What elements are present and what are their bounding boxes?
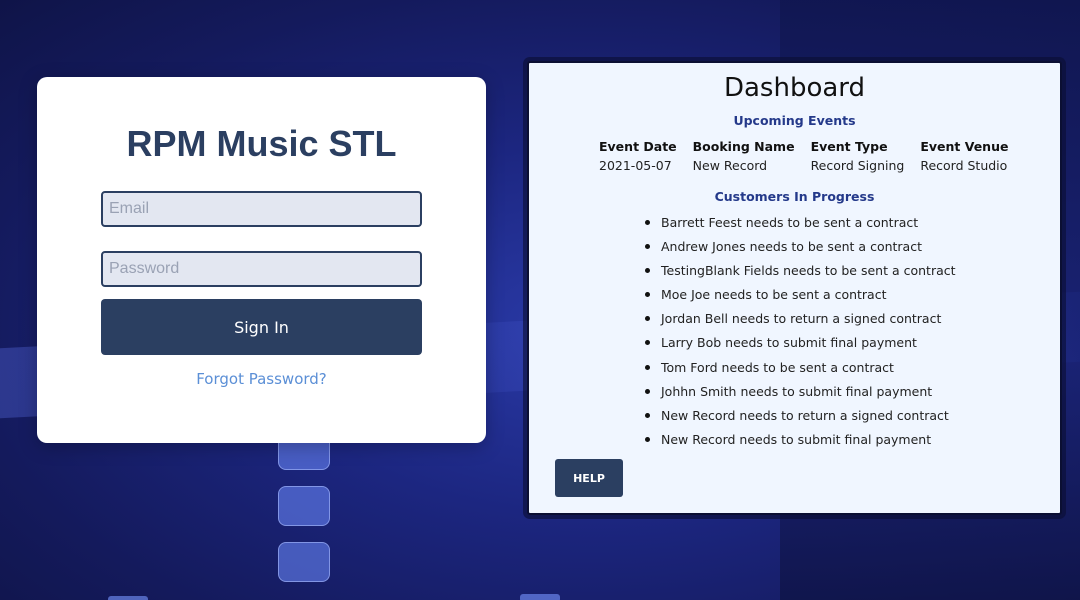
- bullet-icon: [645, 436, 650, 442]
- bullet-icon: [645, 412, 650, 418]
- list-item: TestingBlank Fields needs to be sent a c…: [645, 261, 956, 285]
- bullet-icon: [645, 268, 650, 274]
- dashboard-title: Dashboard: [723, 73, 866, 103]
- list-item-text: Tom Ford needs to be sent a contract: [661, 359, 894, 375]
- background-dot: [520, 594, 560, 600]
- list-item: Larry Bob needs to submit final payment: [645, 333, 956, 357]
- list-item-text: Johhn Smith needs to submit final paymen…: [661, 383, 933, 399]
- table-row: 2021-05-07 New Record Record Signing Rec…: [595, 158, 1020, 173]
- upcoming-events-heading: Upcoming Events: [733, 113, 856, 128]
- email-field[interactable]: [101, 191, 422, 227]
- list-item: Johhn Smith needs to submit final paymen…: [645, 382, 956, 406]
- list-item: Jordan Bell needs to return a signed con…: [645, 309, 956, 333]
- sign-in-button[interactable]: Sign In: [101, 299, 422, 355]
- list-item-text: TestingBlank Fields needs to be sent a c…: [661, 263, 956, 279]
- event-date-cell: 2021-05-07: [599, 158, 672, 173]
- help-button[interactable]: HELP: [555, 459, 623, 497]
- bullet-icon: [645, 244, 650, 250]
- list-item: Tom Ford needs to be sent a contract: [645, 358, 956, 382]
- booking-name-cell: New Record: [692, 158, 768, 173]
- list-item: New Record needs to return a signed cont…: [645, 406, 956, 430]
- forgot-password-link[interactable]: Forgot Password?: [37, 370, 486, 388]
- events-table: Event Date Booking Name Event Type Event…: [595, 139, 1020, 173]
- app-title: RPM Music STL: [126, 123, 397, 164]
- column-header-booking-name: Booking Name: [692, 139, 795, 154]
- list-item: New Record needs to submit final payment: [645, 430, 956, 454]
- list-item-text: Barrett Feest needs to be sent a contrac…: [661, 215, 919, 230]
- customers-in-progress-heading: Customers In Progress: [714, 189, 875, 204]
- list-item-text: Andrew Jones needs to be sent a contract: [661, 239, 922, 255]
- dashboard-panel: Dashboard Upcoming Events Event Date Boo…: [527, 61, 1062, 515]
- bullet-icon: [645, 316, 650, 322]
- list-item: Moe Joe needs to be sent a contract: [645, 285, 956, 309]
- customers-list: Barrett Feest needs to be sent a contrac…: [645, 213, 956, 454]
- list-item-text: Jordan Bell needs to return a signed con…: [661, 311, 942, 327]
- column-header-event-type: Event Type: [810, 139, 888, 154]
- password-field[interactable]: [101, 251, 422, 287]
- column-header-event-venue: Event Venue: [920, 139, 1009, 154]
- event-type-cell: Record Signing: [810, 158, 905, 173]
- list-item-text: New Record needs to return a signed cont…: [661, 407, 949, 423]
- background-tile: [278, 486, 330, 526]
- list-item-text: Larry Bob needs to submit final payment: [661, 335, 917, 351]
- bullet-icon: [645, 388, 650, 394]
- background-dot: [108, 596, 148, 600]
- background-tile: [278, 542, 330, 582]
- list-item: Andrew Jones needs to be sent a contract: [645, 237, 956, 261]
- column-header-event-date: Event Date: [599, 139, 677, 154]
- list-item: Barrett Feest needs to be sent a contrac…: [645, 213, 956, 237]
- bullet-icon: [645, 364, 650, 370]
- bullet-icon: [645, 340, 650, 346]
- login-card: RPM Music STL Sign In Forgot Password?: [37, 77, 486, 443]
- event-venue-cell: Record Studio: [920, 158, 1008, 173]
- list-item-text: New Record needs to submit final payment: [661, 431, 932, 447]
- table-header-row: Event Date Booking Name Event Type Event…: [595, 139, 1020, 158]
- list-item-text: Moe Joe needs to be sent a contract: [661, 287, 887, 303]
- bullet-icon: [645, 220, 650, 225]
- bullet-icon: [645, 292, 650, 298]
